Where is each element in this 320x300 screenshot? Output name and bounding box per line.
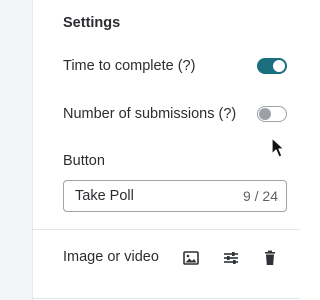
number-of-submissions-toggle[interactable]	[257, 106, 287, 122]
time-to-complete-toggle[interactable]	[257, 58, 287, 74]
app-root: Settings Time to complete (?) Number of …	[0, 0, 300, 300]
button-text-input[interactable]: Take Poll 9 / 24	[63, 180, 287, 212]
divider	[33, 229, 300, 230]
settings-title: Settings	[63, 15, 121, 31]
divider	[33, 298, 300, 299]
character-counter: 9 / 24	[242, 188, 278, 204]
mouse-cursor-icon	[271, 137, 287, 159]
toggle-knob	[273, 60, 285, 72]
settings-panel: Settings Time to complete (?) Number of …	[33, 0, 300, 300]
toggle-knob	[259, 107, 271, 120]
image-or-video-label: Image or video	[63, 249, 159, 265]
button-field-label: Button	[63, 153, 105, 169]
time-to-complete-label: Time to complete (?)	[63, 58, 196, 74]
number-of-submissions-label: Number of submissions (?)	[63, 106, 237, 122]
sliders-icon[interactable]	[221, 248, 241, 268]
button-text-value: Take Poll	[75, 188, 134, 204]
trash-icon[interactable]	[260, 248, 280, 268]
image-icon[interactable]	[181, 248, 201, 268]
left-sidebar-strip	[0, 0, 33, 300]
